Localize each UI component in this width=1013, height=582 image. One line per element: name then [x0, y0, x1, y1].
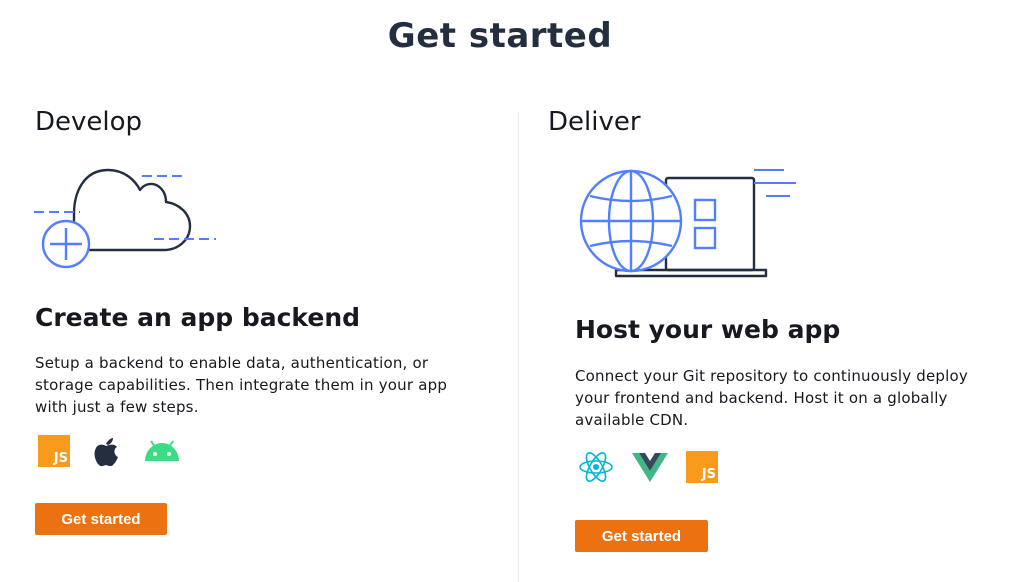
android-icon: [142, 435, 182, 467]
js-label: JS: [701, 467, 716, 482]
js-label: JS: [53, 451, 68, 466]
javascript-icon: JS: [38, 435, 70, 467]
page-title: Get started: [387, 16, 613, 56]
cloud-backend-illustration: [34, 168, 216, 269]
javascript-icon: JS: [686, 451, 718, 483]
deliver-heading: Deliver: [548, 107, 641, 137]
react-icon: [578, 451, 614, 483]
develop-description: Setup a backend to enable data, authenti…: [35, 354, 448, 416]
deliver-card-title: Host your web app: [575, 315, 841, 344]
develop-card-title: Create an app backend: [35, 303, 361, 332]
vue-icon: [632, 451, 668, 483]
deliver-description: Connect your Git repository to continuou…: [575, 367, 968, 429]
web-hosting-illustration: [579, 169, 796, 278]
deliver-framework-icons: JS: [578, 451, 718, 483]
deliver-get-started-button[interactable]: Get started: [575, 520, 708, 552]
column-divider: [518, 112, 519, 582]
develop-get-started-button[interactable]: Get started: [35, 503, 167, 535]
apple-icon: [90, 435, 122, 467]
develop-heading: Develop: [35, 107, 143, 137]
develop-platform-icons: JS: [38, 435, 182, 467]
